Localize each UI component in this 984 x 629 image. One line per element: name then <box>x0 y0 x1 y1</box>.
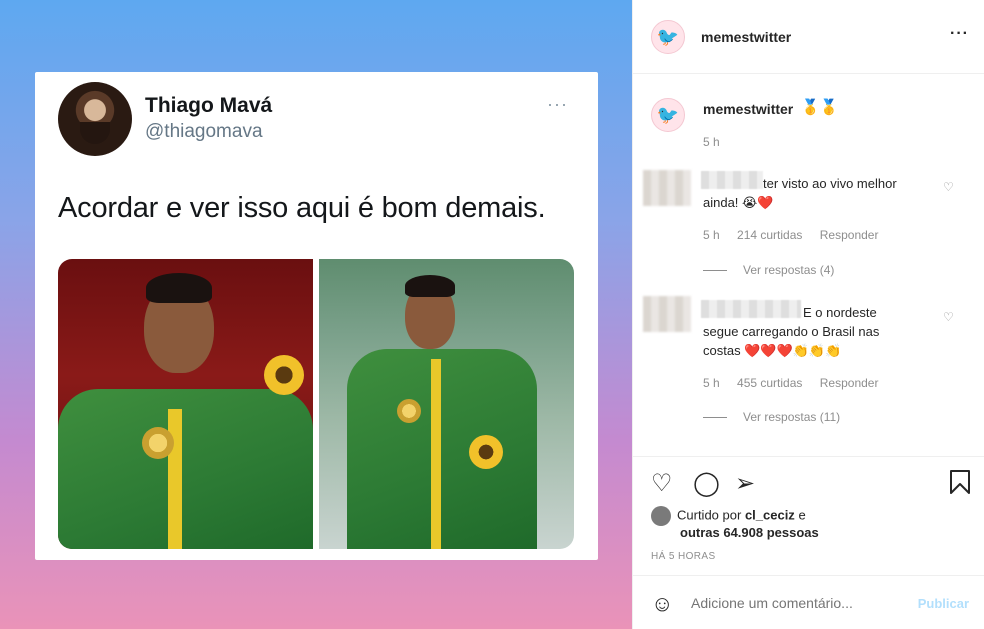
post-date[interactable]: HÁ 5 HORAS <box>651 551 716 562</box>
tweet-photos <box>58 259 574 549</box>
post-header: 🐦 memestwitter ··· <box>633 0 984 74</box>
share-icon[interactable]: ➢ <box>735 469 755 498</box>
reply-button[interactable]: Responder <box>820 376 879 390</box>
post-panel: 🐦 memestwitter ··· 🐦 memestwitter 🥇🥇 5 h… <box>632 0 984 629</box>
caption-time: 5 h <box>703 135 720 149</box>
liker-username[interactable]: cl_ceciz <box>745 507 795 522</box>
comment-time: 5 h <box>703 228 720 242</box>
publish-button[interactable]: Publicar <box>918 596 969 611</box>
post-actions: ♡ ◯ ➢ Curtido por cl_ceciz e outras 64.9… <box>633 456 984 629</box>
comment-avatar[interactable] <box>643 170 691 206</box>
comment-avatar[interactable] <box>643 296 691 332</box>
view-replies[interactable]: Ver respostas (11) <box>703 410 840 424</box>
view-replies-label: Ver respostas (4) <box>743 263 835 277</box>
author-username[interactable]: memestwitter <box>701 29 791 45</box>
tweet-card: Thiago Mavá @thiagomava ··· Acordar e ve… <box>35 72 598 560</box>
photo-canoeist <box>319 259 574 549</box>
comment-meta: 5 h 455 curtidas Responder <box>703 376 892 390</box>
tweet-avatar <box>58 82 132 156</box>
heart-icon[interactable]: ♡ <box>651 469 673 498</box>
caption-avatar[interactable]: 🐦 <box>651 98 685 132</box>
comment-username[interactable] <box>701 171 763 189</box>
tweet-more-icon: ··· <box>547 94 568 114</box>
comment-likes[interactable]: 455 curtidas <box>737 376 802 390</box>
comment-input[interactable] <box>691 595 891 611</box>
comment-like-icon[interactable]: ♡ <box>943 310 954 324</box>
comment-icon[interactable]: ◯ <box>693 469 720 498</box>
comment-text: ainda! 😭❤️ <box>703 195 774 210</box>
tweet-text: Acordar e ver isso aqui é bom demais. <box>58 192 546 224</box>
comment-text: E o nordeste <box>803 305 877 320</box>
more-options-icon[interactable]: ··· <box>950 25 969 43</box>
liked-conj: e <box>798 507 806 523</box>
view-replies-label: Ver respostas (11) <box>743 410 841 424</box>
liked-others[interactable]: outras 64.908 pessoas <box>680 525 819 540</box>
liked-others-label: outras 64.908 pessoas <box>680 525 819 540</box>
liked-prefix: Curtido por <box>677 507 742 523</box>
comment-text: segue carregando o Brasil nas <box>703 324 880 339</box>
comment-username[interactable] <box>701 300 801 318</box>
tweet-author-name: Thiago Mavá <box>145 94 273 117</box>
tweet-author-handle: @thiagomava <box>145 121 263 142</box>
bookmark-icon[interactable] <box>949 469 971 502</box>
comment-bar: ☺ Publicar <box>633 575 984 629</box>
view-replies[interactable]: Ver respostas (4) <box>703 263 834 277</box>
reply-button[interactable]: Responder <box>820 228 879 242</box>
photo-boxer <box>58 259 313 549</box>
liked-by: Curtido por cl_ceciz e <box>651 506 806 526</box>
comment-text: costas ❤️❤️❤️👏👏👏 <box>703 343 842 358</box>
comment-likes[interactable]: 214 curtidas <box>737 228 802 242</box>
liker-avatar[interactable] <box>651 506 671 526</box>
comment-meta: 5 h 214 curtidas Responder <box>703 228 892 242</box>
comment-like-icon[interactable]: ♡ <box>943 180 954 194</box>
post-media: Thiago Mavá @thiagomava ··· Acordar e ve… <box>0 0 632 629</box>
caption-username[interactable]: memestwitter <box>703 101 793 117</box>
author-avatar[interactable]: 🐦 <box>651 20 685 54</box>
caption-text: 🥇🥇 <box>801 99 839 116</box>
comment-time: 5 h <box>703 376 720 390</box>
emoji-icon[interactable]: ☺ <box>651 591 673 617</box>
